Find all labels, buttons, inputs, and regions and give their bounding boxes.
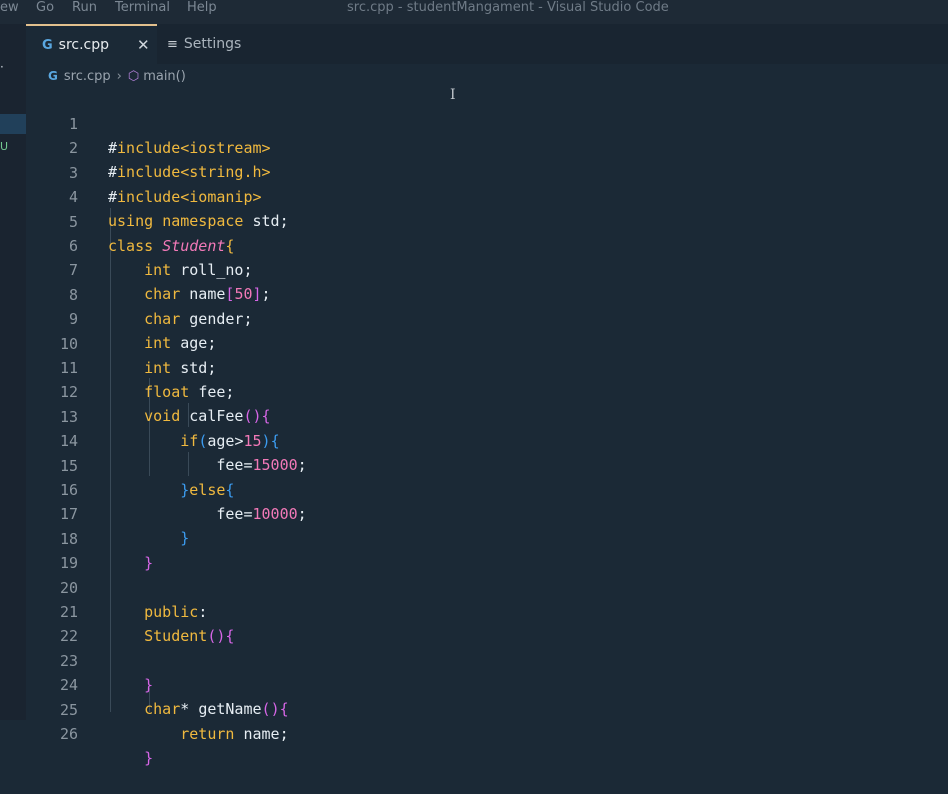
code-line: 13 if(age>15){: [26, 381, 280, 450]
code-text: int std;: [144, 358, 217, 377]
chevron-right-icon: ›: [116, 68, 122, 84]
sidebar-selected-item[interactable]: [0, 114, 26, 134]
code-line: 5 class Student{: [26, 186, 234, 255]
tab-settings[interactable]: ≡ Settings: [167, 24, 241, 64]
code-line: 3 #include<iomanip>: [26, 137, 262, 206]
code-text: class Student{: [108, 236, 235, 255]
code-line: 1 #include<iostream>: [26, 88, 271, 157]
code-text: int age;: [144, 334, 217, 353]
code-line: 23 }: [26, 625, 153, 694]
code-line: 18 }: [26, 503, 153, 572]
code-text: #include<string.h>: [108, 163, 271, 182]
c-plus-plus-file-icon: G: [48, 69, 58, 83]
code-text: #include<iostream>: [108, 139, 271, 157]
code-line: 10 int std;: [26, 308, 216, 377]
menu-bar: ew Go Run Terminal Help src.cpp - studen…: [0, 0, 948, 24]
menu-run[interactable]: Run: [72, 0, 97, 16]
tab-label: src.cpp: [58, 37, 110, 53]
code-text: }: [144, 553, 154, 572]
code-line: 12 void calFee(){: [26, 356, 271, 425]
code-text: return name;: [180, 724, 289, 743]
code-line: 11 float fee;: [26, 332, 235, 401]
code-text: fee=15000;: [216, 456, 307, 475]
code-text: float fee;: [144, 383, 235, 401]
window-title: src.cpp - studentMangament - Visual Stud…: [347, 0, 669, 15]
code-line: 19: [26, 527, 78, 572]
code-editor[interactable]: 1 #include<iostream> 2 #include<string.h…: [26, 88, 948, 767]
code-text: }: [144, 749, 154, 767]
code-line: 22: [26, 600, 78, 645]
code-text: void calFee(){: [144, 407, 271, 426]
code-line: 9 int age;: [26, 283, 216, 352]
untracked-badge: U: [0, 140, 9, 153]
code-line: 17 }: [26, 478, 189, 547]
code-text: fee=10000;: [216, 505, 307, 523]
code-line: 2 #include<string.h>: [26, 112, 271, 181]
c-plus-plus-file-icon: G: [42, 37, 53, 53]
menu-view[interactable]: ew: [0, 0, 19, 16]
code-line: 7 char name[50];: [26, 234, 271, 303]
code-line: 15 }else{: [26, 430, 235, 499]
code-line: 26 }: [26, 698, 153, 767]
code-text: char name[50];: [144, 285, 271, 304]
code-line: 25 return name;: [26, 674, 289, 743]
code-line: 24 char* getName(){: [26, 649, 289, 718]
code-text: }: [144, 675, 154, 694]
code-text: using namespace std;: [108, 212, 289, 231]
code-text: #include<iomanip>: [108, 187, 262, 206]
code-text: Student(){: [144, 627, 235, 645]
tab-src-cpp[interactable]: G src.cpp ✕: [26, 24, 157, 64]
more-actions-icon[interactable]: ·: [0, 60, 4, 74]
code-text: public:: [144, 602, 208, 621]
code-line: 16 fee=10000;: [26, 454, 307, 523]
code-text: }: [180, 529, 190, 548]
method-cube-icon: ⬡: [127, 68, 140, 84]
breadcrumb-symbol[interactable]: main(): [143, 69, 186, 84]
code-line: 20 public:: [26, 552, 207, 621]
breadcrumb-file[interactable]: src.cpp: [64, 69, 111, 84]
code-text: int roll_no;: [144, 261, 253, 279]
code-text: char* getName(){: [144, 700, 289, 719]
code-line: 21 Student(){: [26, 576, 235, 645]
code-line: 8 char gender;: [26, 259, 253, 328]
tab-bar: G src.cpp ✕ ≡ Settings: [26, 24, 948, 64]
code-text: if(age>15){: [180, 431, 280, 450]
breadcrumb: G src.cpp › ⬡ main(): [48, 66, 186, 86]
line-number: 26: [59, 725, 78, 743]
code-line: 6 int roll_no;: [26, 210, 253, 279]
sidebar-edge: · U: [0, 24, 26, 720]
menu-terminal[interactable]: Terminal: [115, 0, 170, 16]
code-line: 4 using namespace std;: [26, 161, 289, 230]
close-icon[interactable]: ✕: [137, 36, 150, 54]
menu-go[interactable]: Go: [36, 0, 54, 16]
code-text: }else{: [180, 480, 235, 499]
code-text: char gender;: [144, 309, 253, 328]
settings-list-icon: ≡: [167, 36, 178, 52]
menu-help[interactable]: Help: [187, 0, 217, 16]
code-line: 14 fee=15000;: [26, 405, 307, 474]
tab-label: Settings: [183, 36, 242, 52]
